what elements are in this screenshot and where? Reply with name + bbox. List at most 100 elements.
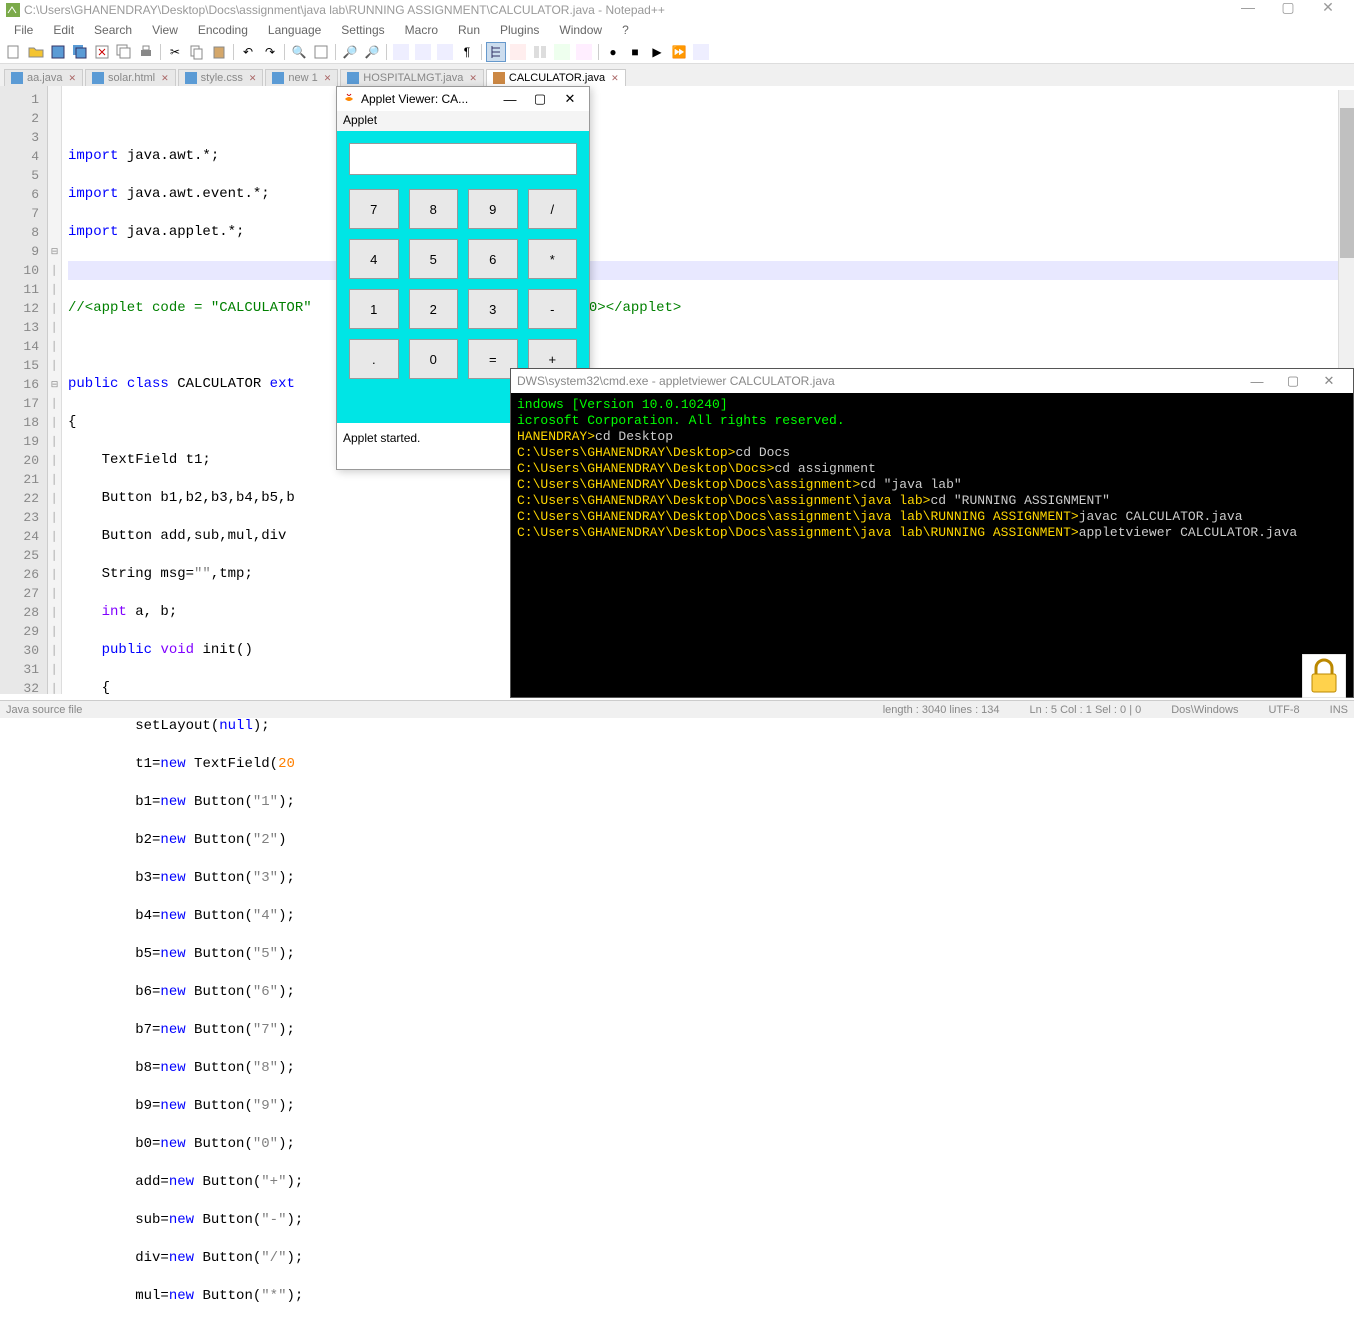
cmd-body[interactable]: indows [Version 10.0.10240]icrosoft Corp… (511, 393, 1353, 545)
fold-marker[interactable]: ⊟ (48, 375, 61, 394)
menu-edit[interactable]: Edit (43, 21, 84, 39)
calc-button-3[interactable]: 3 (468, 289, 518, 329)
maximize-button[interactable]: ▢ (1268, 1, 1308, 19)
line-number: 32 (0, 679, 47, 698)
cmd-titlebar[interactable]: DWS\system32\cmd.exe - appletviewer CALC… (511, 369, 1353, 393)
calc-button-0[interactable]: 0 (409, 339, 459, 379)
find-icon[interactable]: 🔍 (289, 42, 309, 62)
save-macro-icon[interactable] (691, 42, 711, 62)
menu-help[interactable]: ? (612, 21, 639, 39)
tab-label: style.css (201, 72, 243, 84)
applet-close-button[interactable]: ✕ (555, 91, 585, 107)
tab-close-icon[interactable]: ✕ (249, 73, 257, 84)
folder-icon[interactable] (574, 42, 594, 62)
calc-button-multiply[interactable]: * (528, 239, 578, 279)
line-number: 11 (0, 280, 47, 299)
tab-new-1[interactable]: new 1✕ (265, 69, 338, 86)
menu-window[interactable]: Window (549, 21, 612, 39)
doc-map-icon[interactable] (530, 42, 550, 62)
menu-encoding[interactable]: Encoding (188, 21, 258, 39)
menu-language[interactable]: Language (258, 21, 331, 39)
calc-button-5[interactable]: 5 (409, 239, 459, 279)
wrap-icon[interactable] (435, 42, 455, 62)
paste-icon[interactable] (209, 42, 229, 62)
show-all-icon[interactable]: ¶ (457, 42, 477, 62)
tab-close-icon[interactable]: ✕ (324, 73, 332, 84)
replace-icon[interactable] (311, 42, 331, 62)
close-all-icon[interactable] (114, 42, 134, 62)
menu-view[interactable]: View (142, 21, 188, 39)
tab-solar-html[interactable]: solar.html ✕ (85, 69, 176, 86)
func-list-icon[interactable] (552, 42, 572, 62)
close-button[interactable]: ✕ (1308, 1, 1348, 19)
sync-v-icon[interactable] (391, 42, 411, 62)
zoom-out-icon[interactable]: 🔎 (362, 42, 382, 62)
fold-marker[interactable]: ⊟ (48, 242, 61, 261)
menu-plugins[interactable]: Plugins (490, 21, 549, 39)
line-number: 21 (0, 470, 47, 489)
statusbar: Java source file length : 3040 lines : 1… (0, 700, 1354, 718)
zoom-in-icon[interactable]: 🔎 (340, 42, 360, 62)
menu-macro[interactable]: Macro (395, 21, 448, 39)
scrollbar-thumb[interactable] (1340, 108, 1354, 258)
tab-close-icon[interactable]: ✕ (611, 73, 619, 84)
menu-settings[interactable]: Settings (331, 21, 394, 39)
undo-icon[interactable]: ↶ (238, 42, 258, 62)
play-multi-icon[interactable]: ⏩ (669, 42, 689, 62)
tab-close-icon[interactable]: ✕ (161, 73, 169, 84)
cut-icon[interactable]: ✂ (165, 42, 185, 62)
file-icon (185, 72, 197, 84)
sync-h-icon[interactable] (413, 42, 433, 62)
cmd-minimize-button[interactable]: — (1239, 374, 1275, 389)
stop-icon[interactable]: ■ (625, 42, 645, 62)
calc-button-6[interactable]: 6 (468, 239, 518, 279)
applet-title: Applet Viewer: CA... (361, 92, 495, 106)
udl-icon[interactable] (508, 42, 528, 62)
applet-menu[interactable]: Applet (337, 111, 589, 131)
line-number: 29 (0, 622, 47, 641)
cmd-maximize-button[interactable]: ▢ (1275, 373, 1311, 389)
applet-minimize-button[interactable]: — (495, 92, 525, 107)
save-all-icon[interactable] (70, 42, 90, 62)
menu-search[interactable]: Search (84, 21, 142, 39)
save-icon[interactable] (48, 42, 68, 62)
tab-calculator[interactable]: CALCULATOR.java✕ (486, 69, 626, 86)
calc-button-2[interactable]: 2 (409, 289, 459, 329)
tab-style-css[interactable]: style.css ✕ (178, 69, 264, 86)
calc-button-7[interactable]: 7 (349, 189, 399, 229)
line-number: 12 (0, 299, 47, 318)
calc-button-minus[interactable]: - (528, 289, 578, 329)
open-file-icon[interactable] (26, 42, 46, 62)
menu-file[interactable]: File (4, 21, 43, 39)
record-icon[interactable]: ● (603, 42, 623, 62)
tab-hospitalmgt[interactable]: HOSPITALMGT.java✕ (340, 69, 484, 86)
copy-icon[interactable] (187, 42, 207, 62)
calc-button-dot[interactable]: . (349, 339, 399, 379)
calc-button-8[interactable]: 8 (409, 189, 459, 229)
tab-aa-java[interactable]: aa.java ✕ (4, 69, 83, 86)
tab-label: solar.html (108, 72, 155, 84)
tab-label: aa.java (27, 72, 62, 84)
minimize-button[interactable]: — (1228, 1, 1268, 19)
calc-button-9[interactable]: 9 (468, 189, 518, 229)
redo-icon[interactable]: ↷ (260, 42, 280, 62)
tab-close-icon[interactable]: ✕ (469, 73, 477, 84)
line-number: 31 (0, 660, 47, 679)
calc-button-divide[interactable]: / (528, 189, 578, 229)
calc-button-4[interactable]: 4 (349, 239, 399, 279)
applet-maximize-button[interactable]: ▢ (525, 91, 555, 107)
file-icon (11, 72, 23, 84)
close-file-icon[interactable] (92, 42, 112, 62)
indent-guide-icon[interactable] (486, 42, 506, 62)
new-file-icon[interactable] (4, 42, 24, 62)
calculator-display[interactable] (349, 143, 577, 175)
cmd-close-button[interactable]: ✕ (1311, 373, 1347, 389)
cmd-window: DWS\system32\cmd.exe - appletviewer CALC… (510, 368, 1354, 698)
calc-button-1[interactable]: 1 (349, 289, 399, 329)
applet-titlebar[interactable]: Applet Viewer: CA... — ▢ ✕ (337, 87, 589, 111)
applet-menu-label: Applet (343, 113, 377, 127)
tab-close-icon[interactable]: ✕ (68, 73, 76, 84)
play-icon[interactable]: ▶ (647, 42, 667, 62)
menu-run[interactable]: Run (448, 21, 490, 39)
print-icon[interactable] (136, 42, 156, 62)
